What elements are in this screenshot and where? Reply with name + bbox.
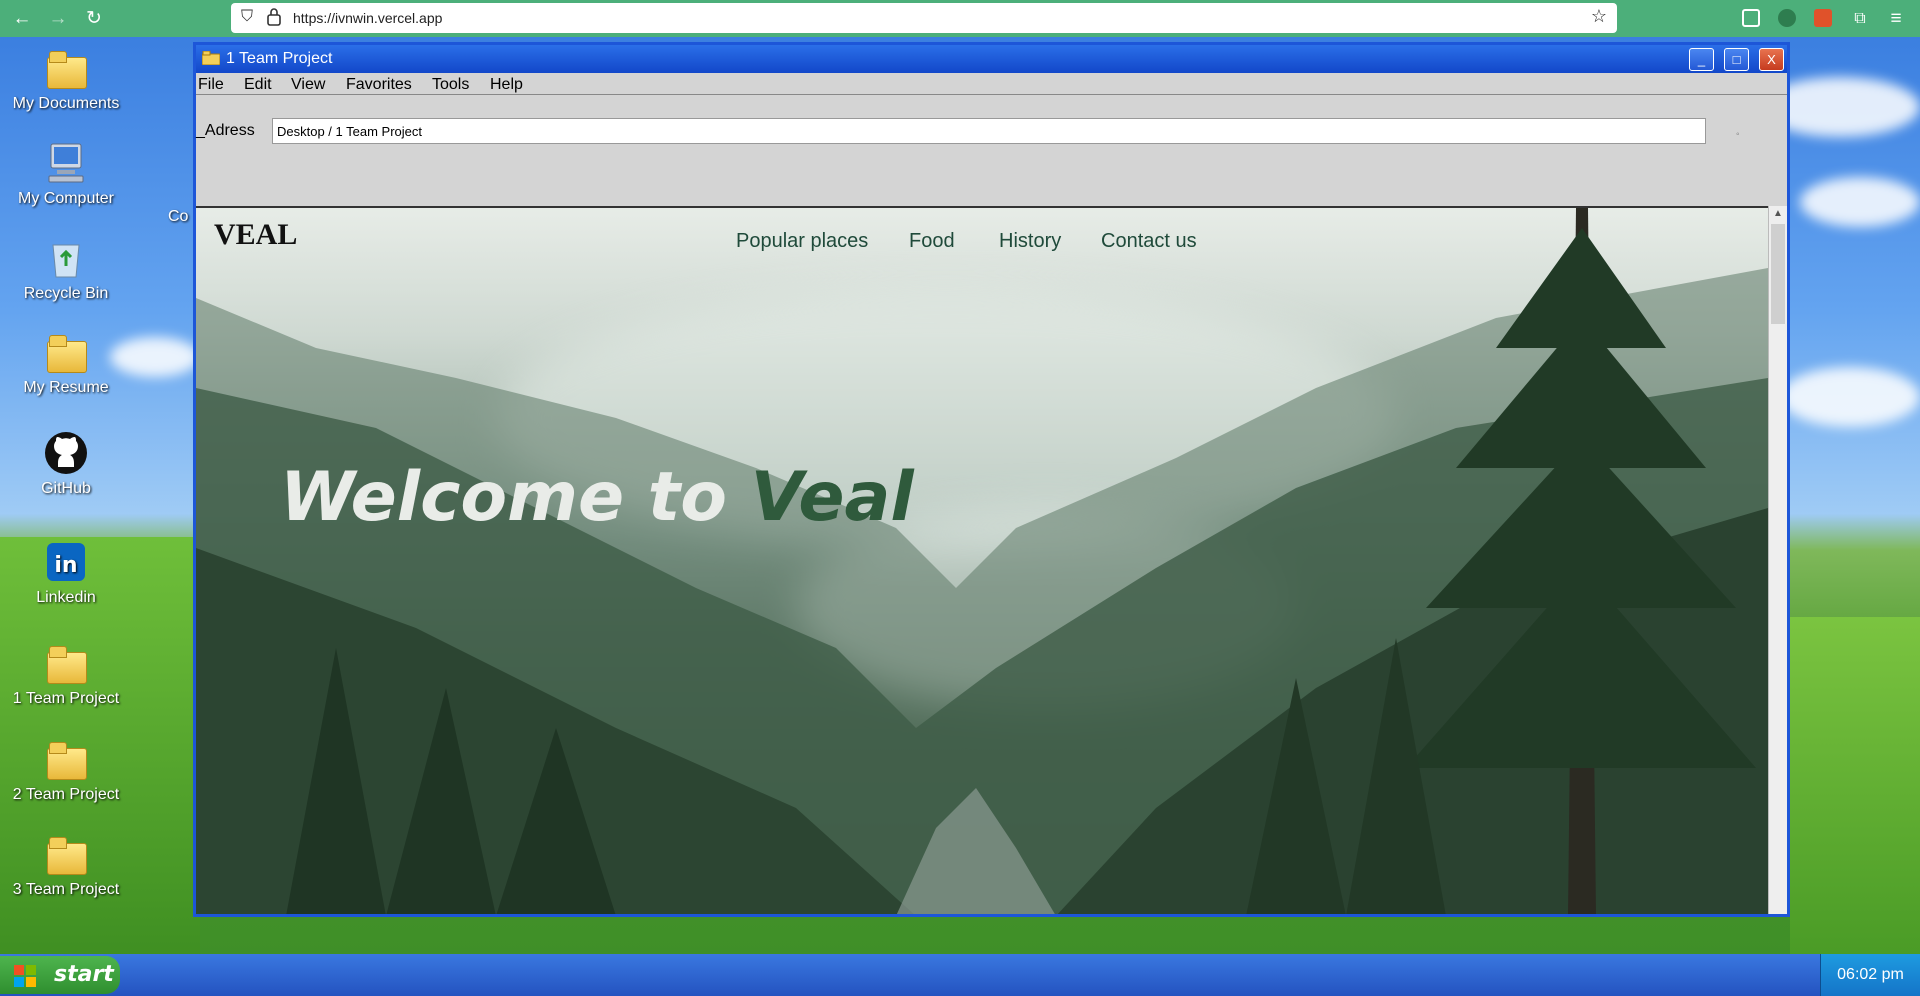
desktop-icon-2-team-project[interactable]: 2 Team Project <box>0 736 132 804</box>
menu-file[interactable]: File <box>198 76 224 94</box>
hill <box>1790 617 1920 954</box>
desktop-icon-label: Recycle Bin <box>23 285 109 302</box>
github-icon <box>45 432 87 474</box>
menu-bar: File Edit View Favorites Tools Help <box>196 73 1787 95</box>
folder-icon <box>43 329 89 375</box>
shield-icon[interactable]: ⛉ <box>241 8 253 26</box>
folder-icon <box>202 51 220 65</box>
menu-icon[interactable]: ≡ <box>1884 7 1908 31</box>
system-clock[interactable]: 06:02 pm <box>1820 954 1920 996</box>
menu-edit[interactable]: Edit <box>244 76 272 94</box>
window-title-bar[interactable]: 1 Team Project _ □ X <box>196 45 1787 73</box>
address-input[interactable] <box>272 118 1706 144</box>
explorer-window: 1 Team Project _ □ X File Edit View Favo… <box>193 42 1790 917</box>
desktop-icon-linkedin[interactable]: in Linkedin <box>0 539 132 607</box>
url-text[interactable]: https://ivnwin.vercel.app <box>293 10 442 26</box>
folder-icon <box>43 45 89 91</box>
start-button[interactable]: start <box>0 956 120 994</box>
pocket-icon[interactable] <box>1742 9 1760 27</box>
desktop-icon-label: My Computer <box>17 190 115 207</box>
bookmark-star-icon[interactable]: ☆ <box>1591 6 1607 27</box>
menu-favorites[interactable]: Favorites <box>346 76 412 94</box>
lock-icon[interactable] <box>267 8 281 26</box>
reload-icon[interactable]: ↻ <box>82 7 106 31</box>
computer-icon <box>48 143 84 183</box>
hero-heading-accent: Veal <box>750 458 914 537</box>
desktop-icon-label: My Resume <box>23 379 109 396</box>
folder-icon <box>43 736 89 782</box>
linkedin-icon: in <box>47 543 85 581</box>
recycle-bin-icon <box>52 244 80 278</box>
scroll-up-icon[interactable]: ▲ <box>1773 208 1783 219</box>
forward-icon[interactable]: → <box>46 7 70 31</box>
hero-heading: Welcome to Veal <box>280 458 914 537</box>
back-icon[interactable]: ← <box>10 7 34 31</box>
account-icon[interactable] <box>1778 9 1796 27</box>
desktop-icon-label: My Documents <box>12 95 120 112</box>
desktop-icon-my-resume[interactable]: My Resume <box>0 329 132 397</box>
forest-illustration <box>196 208 1768 914</box>
desktop-icon-label: 3 Team Project <box>12 881 120 898</box>
url-bar[interactable]: ⛉ https://ivnwin.vercel.app ☆ <box>231 3 1617 33</box>
start-label: start <box>54 962 114 987</box>
desktop-icon-my-computer[interactable]: My Computer <box>0 140 132 208</box>
desktop-icon-my-documents[interactable]: My Documents <box>0 45 132 113</box>
menu-tools[interactable]: Tools <box>432 76 469 94</box>
window-title: 1 Team Project <box>226 50 333 67</box>
desktop-icon-recycle-bin[interactable]: Recycle Bin <box>0 235 132 303</box>
folder-icon <box>43 640 89 686</box>
hero-heading-prefix: Welcome to <box>280 458 751 537</box>
extension-icon[interactable] <box>1814 9 1832 27</box>
desktop-icon-label: 2 Team Project <box>12 786 120 803</box>
menu-view[interactable]: View <box>291 76 325 94</box>
nav-food[interactable]: Food <box>909 230 955 253</box>
nav-history[interactable]: History <box>999 230 1061 253</box>
scroll-thumb[interactable] <box>1771 224 1785 324</box>
desktop-icon-3-team-project[interactable]: 3 Team Project <box>0 831 132 899</box>
maximize-button[interactable]: □ <box>1724 48 1749 71</box>
site-logo[interactable]: VEAL <box>214 218 297 252</box>
desktop-icon-label: Linkedin <box>36 589 96 606</box>
desktop-icon-label-partial[interactable]: Co <box>168 208 188 226</box>
address-label: _Adress <box>196 122 255 139</box>
go-icon[interactable]: ◦ <box>1736 129 1740 140</box>
taskbar: start 06:02 pm <box>0 954 1920 996</box>
minimize-button[interactable]: _ <box>1689 48 1714 71</box>
nav-popular-places[interactable]: Popular places <box>736 230 868 253</box>
browser-toolbar: ← → ↻ ⛉ https://ivnwin.vercel.app ☆ ⧉ ≡ <box>0 0 1920 37</box>
menu-help[interactable]: Help <box>490 76 523 94</box>
desktop-icon-1-team-project[interactable]: 1 Team Project <box>0 640 132 708</box>
close-button[interactable]: X <box>1759 48 1784 71</box>
desktop-icon-label: GitHub <box>41 480 91 497</box>
cloud <box>1780 367 1920 427</box>
desktop-icon-github[interactable]: GitHub <box>0 430 132 498</box>
desktop-icon-label: 1 Team Project <box>12 690 120 707</box>
windows-logo-icon <box>14 965 36 987</box>
folder-icon <box>43 831 89 877</box>
nav-contact-us[interactable]: Contact us <box>1101 230 1197 253</box>
svg-text:in: in <box>54 553 77 578</box>
puzzle-icon[interactable]: ⧉ <box>1848 7 1872 31</box>
cloud <box>1800 177 1920 227</box>
site-viewport: VEAL Popular places Food History Contact… <box>196 206 1768 914</box>
vertical-scrollbar[interactable]: ▲ <box>1768 206 1787 914</box>
